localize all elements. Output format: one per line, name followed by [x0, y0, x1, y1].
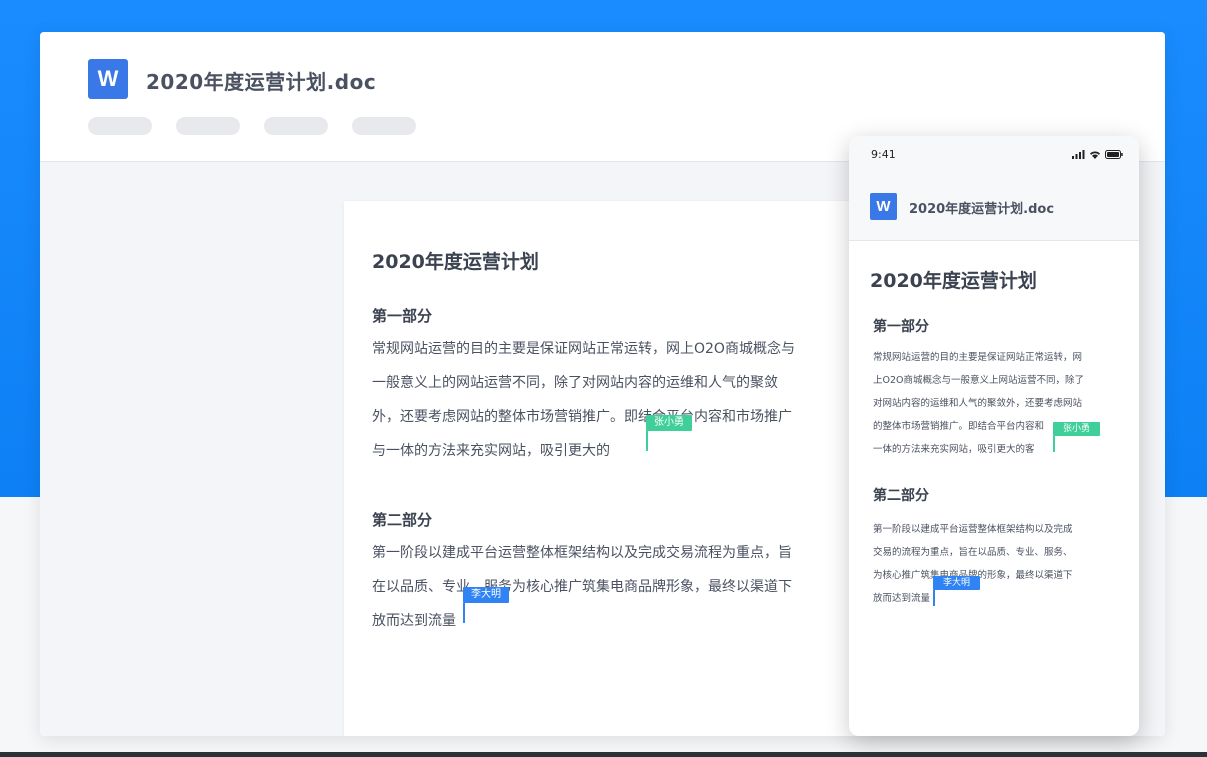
mobile-editor-preview: 9:41 W 2020年度运营计划.doc 2020年度运营计划 第一部分 常规… [849, 136, 1139, 736]
word-doc-icon: W [870, 193, 897, 220]
text-line: 放而达到流量 [873, 593, 931, 604]
section-2-heading: 第二部分 [873, 488, 929, 504]
text-line: 对网站内容的运维和人气的聚敛外，还要考虑网站 [873, 398, 1083, 409]
collaborator-cursor-label: 张小勇 [646, 415, 692, 431]
collaborator-cursor-label: 张小勇 [1053, 422, 1101, 436]
toolbar-tab-placeholder[interactable] [352, 117, 416, 135]
battery-icon [1105, 149, 1123, 159]
collaborator-cursor-label: 李大明 [933, 576, 981, 590]
text-line: 常规网站运营的目的主要是保证网站正常运转，网上O2O商城概念与 [372, 341, 795, 357]
document-title: 2020年度运营计划 [870, 270, 1037, 292]
signal-icon [1072, 149, 1085, 159]
text-line: 在以品质、专业、服务为核心推广筑集电商品牌形象，最终以渠道下 [372, 579, 792, 595]
toolbar-tab-placeholder[interactable] [264, 117, 328, 135]
toolbar-tab-placeholder[interactable] [176, 117, 240, 135]
text-line: 交易的流程为重点，旨在以品质、专业、服务、 [873, 547, 1073, 558]
document-file-name: 2020年度运营计划.doc [146, 70, 377, 94]
wifi-icon [1090, 150, 1100, 159]
text-line: 上O2O商城概念与一般意义上网站运营不同，除了 [873, 375, 1084, 386]
section-1-paragraph[interactable]: 常规网站运营的目的主要是保证网站正常运转，网上O2O商城概念与 一般意义上的网站… [372, 332, 842, 468]
bottom-divider [0, 752, 1207, 757]
section-1-heading: 第一部分 [873, 319, 929, 335]
section-2-heading: 第二部分 [372, 511, 433, 529]
collaborator-text-cursor [1053, 436, 1055, 452]
mobile-header: 9:41 W 2020年度运营计划.doc [849, 136, 1139, 241]
toolbar-tab-placeholder[interactable] [88, 117, 152, 135]
document-file-name: 2020年度运营计划.doc [909, 202, 1055, 217]
section-1-heading: 第一部分 [372, 307, 433, 325]
text-line: 外，还要考虑网站的整体市场营销推广。即结合平台内容和市场推广 [372, 409, 792, 425]
word-doc-icon: W [88, 59, 128, 99]
status-bar-time: 9:41 [871, 148, 896, 161]
text-line: 与一体的方法来充实网站，吸引更大的 [372, 443, 610, 459]
text-line: 放而达到流量 [372, 613, 456, 629]
text-line: 常规网站运营的目的主要是保证网站正常运转，网 [873, 352, 1083, 363]
text-line: 第一阶段以建成平台运营整体框架结构以及完成 [873, 524, 1073, 535]
section-2-paragraph[interactable]: 第一阶段以建成平台运营整体框架结构以及完成 交易的流程为重点，旨在以品质、专业、… [873, 518, 1123, 610]
collaborator-text-cursor [463, 603, 465, 623]
section-2-paragraph[interactable]: 第一阶段以建成平台运营整体框架结构以及完成交易流程为重点，旨 在以品质、专业、服… [372, 536, 842, 638]
text-line: 一般意义上的网站运营不同，除了对网站内容的运维和人气的聚敛 [372, 375, 778, 391]
status-bar-icons [1072, 148, 1123, 160]
document-page[interactable]: 2020年度运营计划 第一部分 常规网站运营的目的主要是保证网站正常运转，网上O… [344, 201, 884, 736]
text-line: 为核心推广筑集电商品牌的形象，最终以渠道下 [873, 564, 1123, 587]
collaborator-text-cursor [646, 431, 648, 451]
section-1-paragraph[interactable]: 常规网站运营的目的主要是保证网站正常运转，网 上O2O商城概念与一般意义上网站运… [873, 346, 1123, 461]
text-line: 第一阶段以建成平台运营整体框架结构以及完成交易流程为重点，旨 [372, 545, 792, 561]
collaborator-cursor-label: 李大明 [463, 587, 509, 603]
collaborator-text-cursor [933, 590, 935, 606]
document-title: 2020年度运营计划 [372, 251, 539, 273]
text-line: 一体的方法来充实网站，吸引更大的客 [873, 444, 1035, 455]
